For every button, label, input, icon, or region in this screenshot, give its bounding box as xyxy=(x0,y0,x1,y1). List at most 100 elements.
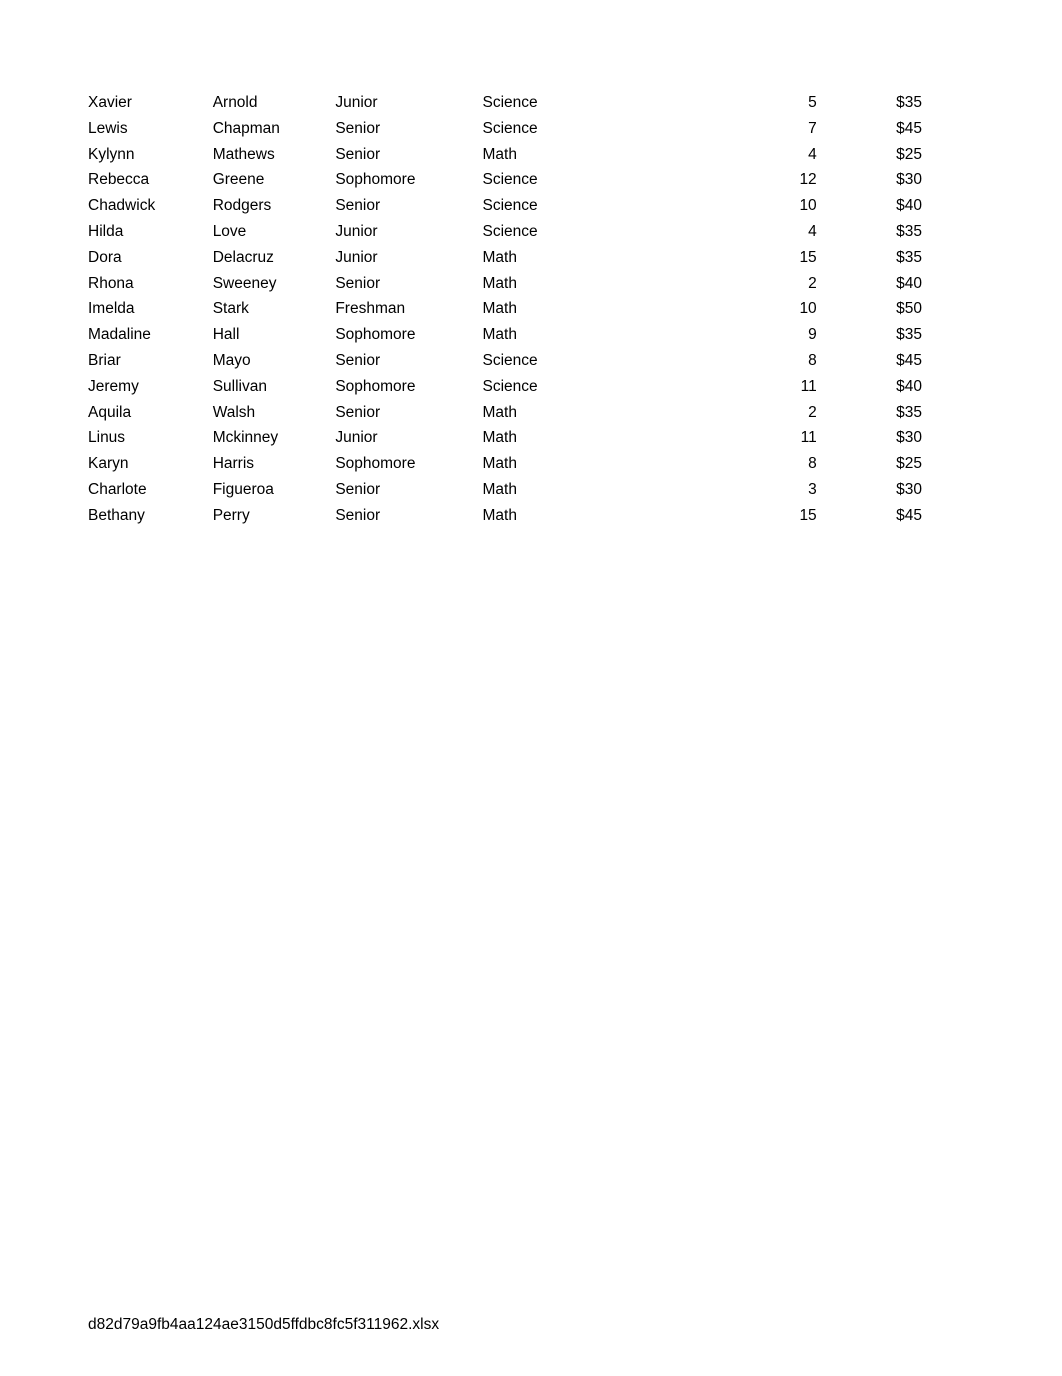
cell-price: $35 xyxy=(896,248,922,266)
cell-quantity: 7 xyxy=(808,119,817,137)
table-row: Linus Mckinney Junior Math 11 $30 xyxy=(88,425,922,451)
cell-last-name: Mathews xyxy=(212,145,275,163)
cell-subject: Science xyxy=(482,351,538,369)
cell-subject: Math xyxy=(482,480,517,498)
cell-price: $30 xyxy=(896,480,922,498)
cell-subject: Math xyxy=(482,274,517,292)
cell-price: $40 xyxy=(896,197,922,215)
cell-first-name: Briar xyxy=(88,351,121,369)
cell-last-name: Figueroa xyxy=(212,480,274,498)
cell-year: Senior xyxy=(335,480,381,498)
cell-quantity: 4 xyxy=(808,222,817,240)
cell-last-name: Stark xyxy=(212,300,249,318)
cell-quantity: 5 xyxy=(808,94,817,111)
cell-last-name: Sullivan xyxy=(212,377,267,395)
cell-price: $30 xyxy=(896,429,922,447)
table-row: Rhona Sweeney Senior Math 2 $40 xyxy=(88,271,922,297)
cell-subject: Math xyxy=(482,403,517,421)
cell-price: $35 xyxy=(896,94,922,111)
cell-year: Freshman xyxy=(335,300,406,318)
cell-year: Senior xyxy=(335,119,381,137)
cell-first-name: Linus xyxy=(88,429,126,447)
cell-first-name: Charlote xyxy=(88,480,147,498)
table-row: Imelda Stark Freshman Math 10 $50 xyxy=(88,296,922,322)
cell-year: Junior xyxy=(335,222,378,240)
cell-price: $35 xyxy=(896,403,922,421)
cell-first-name: Imelda xyxy=(88,300,135,318)
table-row: Aquila Walsh Senior Math 2 $35 xyxy=(88,400,922,426)
cell-year: Junior xyxy=(335,94,378,111)
cell-quantity: 8 xyxy=(808,351,817,369)
table-row: Rebecca Greene Sophomore Science 12 $30 xyxy=(88,167,922,193)
cell-first-name: Hilda xyxy=(88,222,124,240)
table-row: Lewis Chapman Senior Science 7 $45 xyxy=(88,116,922,142)
cell-quantity: 10 xyxy=(799,197,817,215)
table-row: Hilda Love Junior Science 4 $35 xyxy=(88,219,922,245)
table-row: Kylynn Mathews Senior Math 4 $25 xyxy=(88,142,922,168)
cell-last-name: Arnold xyxy=(212,94,258,111)
cell-year: Sophomore xyxy=(335,377,416,395)
cell-quantity: 12 xyxy=(799,171,817,189)
cell-quantity: 8 xyxy=(808,455,817,473)
document-page: Xavier Arnold Junior Science 5 $35 Lewis Chapma… xyxy=(0,0,1062,1376)
cell-first-name: Jeremy xyxy=(88,377,139,395)
cell-price: $50 xyxy=(896,300,922,318)
cell-price: $40 xyxy=(896,377,922,395)
cell-quantity: 15 xyxy=(799,248,817,266)
cell-subject: Math xyxy=(482,455,517,473)
cell-price: $35 xyxy=(896,222,922,240)
cell-first-name: Lewis xyxy=(88,119,128,137)
cell-subject: Math xyxy=(482,248,517,266)
cell-price: $30 xyxy=(896,171,922,189)
table-row: Karyn Harris Sophomore Math 8 $25 xyxy=(88,451,922,477)
cell-price: $45 xyxy=(896,351,922,369)
cell-year: Sophomore xyxy=(335,171,416,189)
cell-first-name: Xavier xyxy=(88,94,132,111)
cell-price: $25 xyxy=(896,455,922,473)
cell-year: Junior xyxy=(335,248,378,266)
cell-quantity: 15 xyxy=(799,506,817,524)
table-row: Jeremy Sullivan Sophomore Science 11 $40 xyxy=(88,374,922,400)
cell-price: $45 xyxy=(896,119,922,137)
cell-year: Senior xyxy=(335,351,381,369)
cell-first-name: Chadwick xyxy=(88,197,156,215)
cell-first-name: Aquila xyxy=(88,403,132,421)
cell-quantity: 4 xyxy=(808,145,817,163)
cell-last-name: Walsh xyxy=(212,403,256,421)
cell-quantity: 11 xyxy=(800,377,817,395)
cell-last-name: Harris xyxy=(212,455,255,473)
cell-price: $25 xyxy=(896,145,922,163)
cell-first-name: Kylynn xyxy=(88,145,135,163)
cell-first-name: Rebecca xyxy=(88,171,150,189)
table-row: Madaline Hall Sophomore Math 9 $35 xyxy=(88,322,922,348)
table-row: Bethany Perry Senior Math 15 $45 xyxy=(88,503,922,529)
cell-last-name: Sweeney xyxy=(212,274,277,292)
cell-last-name: Greene xyxy=(212,171,265,189)
cell-subject: Science xyxy=(482,94,538,111)
cell-year: Sophomore xyxy=(335,455,416,473)
footer-filename: d82d79a9fb4aa124ae3150d5ffdbc8fc5f311962… xyxy=(88,1316,440,1333)
cell-last-name: Chapman xyxy=(212,119,280,137)
table-row: Briar Mayo Senior Science 8 $45 xyxy=(88,348,922,374)
student-data-table: Xavier Arnold Junior Science 5 $35 Lewis Chapma… xyxy=(88,90,922,529)
cell-quantity: 9 xyxy=(808,326,817,344)
cell-year: Senior xyxy=(335,145,381,163)
table-row: Xavier Arnold Junior Science 5 $35 xyxy=(88,90,922,116)
cell-quantity: 3 xyxy=(808,480,817,498)
cell-quantity: 2 xyxy=(808,274,817,292)
cell-last-name: Mckinney xyxy=(212,429,279,447)
cell-subject: Science xyxy=(482,197,538,215)
cell-subject: Science xyxy=(482,171,538,189)
table-row: Charlote Figueroa Senior Math 3 $30 xyxy=(88,477,922,503)
cell-subject: Math xyxy=(482,300,517,318)
cell-year: Senior xyxy=(335,274,381,292)
table-row: Chadwick Rodgers Senior Science 10 $40 xyxy=(88,193,922,219)
cell-year: Junior xyxy=(335,429,378,447)
cell-year: Senior xyxy=(335,403,381,421)
cell-last-name: Rodgers xyxy=(212,197,272,215)
cell-year: Senior xyxy=(335,506,381,524)
cell-first-name: Rhona xyxy=(88,274,134,292)
table-row: Dora Delacruz Junior Math 15 $35 xyxy=(88,245,922,271)
cell-subject: Math xyxy=(482,326,517,344)
cell-first-name: Madaline xyxy=(88,326,151,344)
